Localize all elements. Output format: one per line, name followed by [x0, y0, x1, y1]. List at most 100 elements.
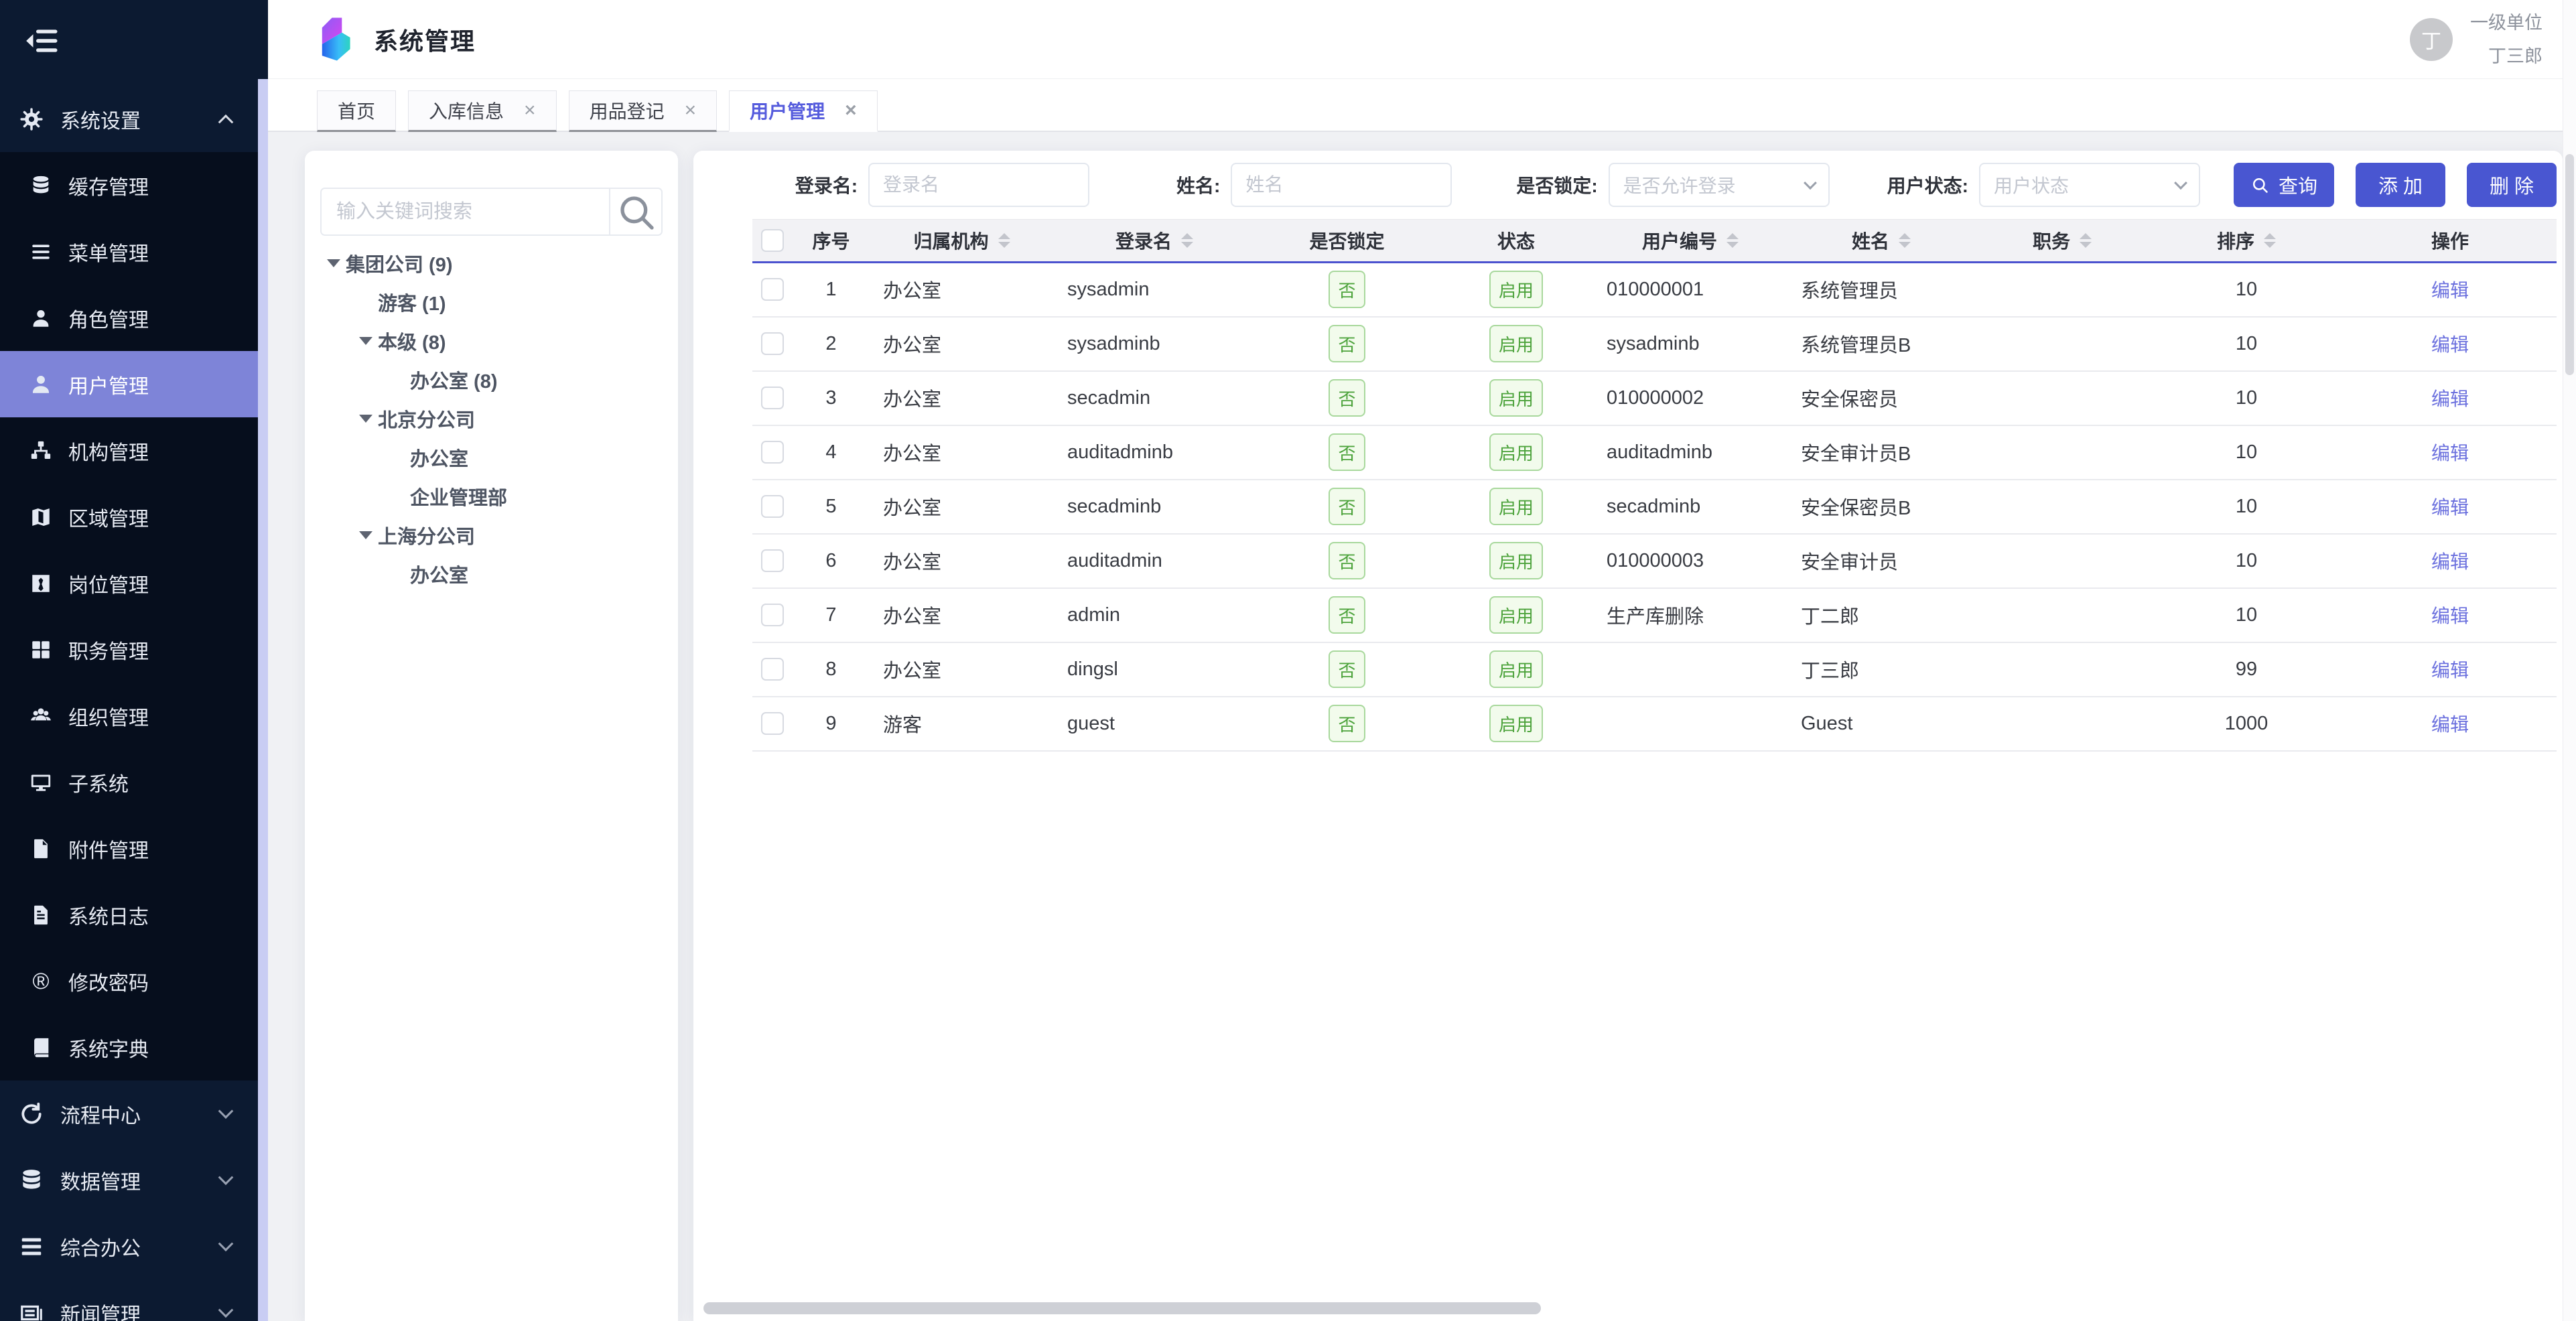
column-header-label: 是否锁定: [1309, 227, 1384, 254]
sidebar-group-系统设置[interactable]: 系统设置: [0, 86, 258, 152]
edit-link[interactable]: 编辑: [2431, 443, 2469, 464]
sidebar-item-组织管理[interactable]: 组织管理: [0, 683, 258, 749]
filter-select-是否允许登录[interactable]: 是否允许登录: [1609, 163, 1830, 207]
row-checkbox[interactable]: [761, 712, 784, 735]
tree-node-办公室[interactable]: 办公室: [320, 555, 663, 594]
sidebar-item-菜单管理[interactable]: 菜单管理: [0, 218, 258, 285]
table-row: 6办公室auditadmin否启用010000003安全审计员10编辑: [752, 534, 2557, 588]
status-badge: 否: [1329, 433, 1365, 471]
row-checkbox[interactable]: [761, 441, 784, 464]
tree-node-北京分公司[interactable]: 北京分公司: [320, 399, 663, 438]
role-icon: [29, 307, 52, 330]
cell-org: 办公室: [870, 534, 1054, 588]
column-header-排序[interactable]: 排序: [2149, 220, 2344, 263]
avatar[interactable]: 丁: [2410, 18, 2453, 61]
edit-link[interactable]: 编辑: [2431, 334, 2469, 355]
sidebar-item-岗位管理[interactable]: 岗位管理: [0, 550, 258, 616]
tree-search-button[interactable]: [609, 189, 661, 234]
sidebar-group-数据管理[interactable]: 数据管理: [0, 1147, 258, 1213]
sidebar-group-label: 综合办公: [60, 1232, 141, 1261]
column-header-姓名[interactable]: 姓名: [1787, 220, 1975, 263]
cell-sort: 10: [2149, 371, 2344, 425]
tab-用户管理[interactable]: 用户管理×: [729, 90, 878, 132]
column-header-归属机构[interactable]: 归属机构: [870, 220, 1054, 263]
row-checkbox[interactable]: [761, 604, 784, 626]
row-checkbox[interactable]: [761, 658, 784, 681]
tree-node-办公室[interactable]: 办公室: [320, 438, 663, 477]
sidebar-group-流程中心[interactable]: 流程中心: [0, 1081, 258, 1147]
tree-node-集团公司 (9)[interactable]: 集团公司 (9): [320, 244, 663, 283]
close-tab-icon[interactable]: ×: [685, 100, 697, 121]
sidebar-item-系统字典[interactable]: 系统字典: [0, 1014, 258, 1081]
tab-首页[interactable]: 首页: [317, 90, 396, 132]
sidebar-item-角色管理[interactable]: 角色管理: [0, 285, 258, 351]
sidebar-scrollbar[interactable]: [258, 79, 268, 1321]
edit-link[interactable]: 编辑: [2431, 714, 2469, 735]
sidebar-item-子系统[interactable]: 子系统: [0, 749, 258, 815]
row-checkbox[interactable]: [761, 387, 784, 409]
sort-icon: [1181, 233, 1193, 248]
cell-login: auditadminb: [1054, 425, 1255, 480]
row-checkbox-cell: [752, 588, 793, 642]
edit-link[interactable]: 编辑: [2431, 606, 2469, 626]
filter-input-姓名[interactable]: [1231, 163, 1452, 207]
sort-icon: [2080, 233, 2092, 248]
cell-name: 丁三郎: [1787, 642, 1975, 697]
tree-search-input[interactable]: [322, 189, 609, 234]
filter-select-用户状态[interactable]: 用户状态: [1979, 163, 2200, 207]
close-tab-icon[interactable]: ×: [524, 100, 536, 121]
row-checkbox[interactable]: [761, 278, 784, 301]
edit-link[interactable]: 编辑: [2431, 280, 2469, 301]
sidebar-group-label: 数据管理: [60, 1166, 141, 1195]
cell-sort: 10: [2149, 480, 2344, 534]
sidebar-item-label: 修改密码: [68, 967, 149, 996]
tab-用品登记[interactable]: 用品登记×: [569, 90, 718, 132]
sidebar-item-附件管理[interactable]: 附件管理: [0, 815, 258, 882]
sidebar-item-缓存管理[interactable]: 缓存管理: [0, 152, 258, 218]
vertical-scrollbar-thumb[interactable]: [2565, 154, 2574, 375]
column-header-职务[interactable]: 职务: [1975, 220, 2149, 263]
cell-action: 编辑: [2344, 642, 2557, 697]
tab-入库信息[interactable]: 入库信息 ×: [408, 90, 557, 132]
sidebar-item-区域管理[interactable]: 区域管理: [0, 484, 258, 550]
sidebar-item-系统日志[interactable]: 系统日志: [0, 882, 258, 948]
sidebar-group-综合办公[interactable]: 综合办公: [0, 1213, 258, 1279]
column-header-用户编号[interactable]: 用户编号: [1593, 220, 1787, 263]
edit-link[interactable]: 编辑: [2431, 497, 2469, 518]
select-all-checkbox[interactable]: [761, 229, 784, 252]
tree-node-本级 (8)[interactable]: 本级 (8): [320, 322, 663, 360]
row-checkbox[interactable]: [761, 495, 784, 518]
row-checkbox[interactable]: [761, 549, 784, 572]
chevron-down-icon: [218, 1236, 234, 1251]
sidebar-item-职务管理[interactable]: 职务管理: [0, 616, 258, 683]
tab-label: 入库信息: [429, 97, 504, 124]
row-checkbox[interactable]: [761, 332, 784, 355]
user-menu[interactable]: 丁 一级单位 丁三郎: [2410, 6, 2543, 73]
tree-node-上海分公司[interactable]: 上海分公司: [320, 516, 663, 555]
database-icon: [29, 174, 52, 197]
close-tab-icon[interactable]: ×: [845, 100, 857, 121]
filter-input-登录名[interactable]: [868, 163, 1089, 207]
sidebar-item-修改密码[interactable]: ®修改密码: [0, 948, 258, 1014]
edit-link[interactable]: 编辑: [2431, 389, 2469, 409]
delete-button[interactable]: 删 除: [2467, 163, 2557, 207]
search-button-label: 查询: [2279, 171, 2317, 199]
tree-node-办公室 (8)[interactable]: 办公室 (8): [320, 360, 663, 399]
search-button[interactable]: 查询: [2234, 163, 2334, 207]
sidebar-item-机构管理[interactable]: 机构管理: [0, 417, 258, 484]
edit-link[interactable]: 编辑: [2431, 660, 2469, 681]
vertical-scrollbar[interactable]: [2563, 0, 2576, 1321]
edit-link[interactable]: 编辑: [2431, 551, 2469, 572]
horizontal-scrollbar-thumb[interactable]: [703, 1302, 1541, 1314]
tree-node-游客 (1)[interactable]: 游客 (1): [320, 283, 663, 322]
cell-duty: [1975, 425, 2149, 480]
column-header-登录名[interactable]: 登录名: [1054, 220, 1255, 263]
tree-node-企业管理部[interactable]: 企业管理部: [320, 477, 663, 516]
sidebar: 系统设置缓存管理菜单管理角色管理用户管理机构管理区域管理岗位管理职务管理组织管理…: [0, 0, 268, 1321]
collapse-sidebar-icon[interactable]: [24, 23, 60, 59]
add-button[interactable]: 添 加: [2356, 163, 2445, 207]
sidebar-group-新闻管理[interactable]: 新闻管理: [0, 1279, 258, 1321]
sidebar-item-用户管理[interactable]: 用户管理: [0, 351, 258, 417]
sidebar-item-label: 用户管理: [68, 370, 149, 399]
sidebar-item-label: 角色管理: [68, 303, 149, 333]
